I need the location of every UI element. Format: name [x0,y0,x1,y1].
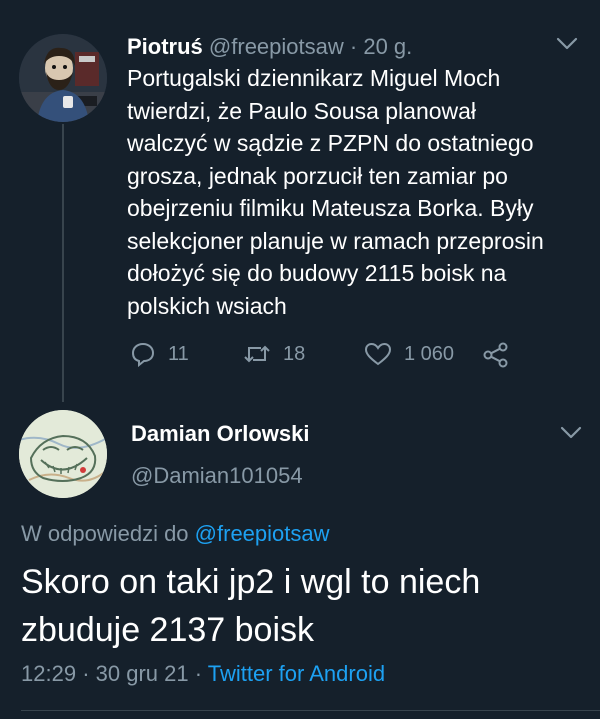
avatar-illustration [19,34,107,122]
tweet-text-line: dołożyć się do budowy 2115 boisk na [127,260,507,286]
like-icon [364,342,392,366]
reply-count: 11 [168,342,189,365]
tweet-text-line: twierdzi, że Paulo Sousa planował [127,97,477,124]
retweet-count: 18 [283,342,306,365]
tweet-text-line: Portugalski dziennikarz Miguel Moch [127,65,501,91]
like-count: 1 060 [404,342,455,365]
tweet-text-line: obejrzeniu filmiku Mateusza Borka. Były [127,195,534,221]
tweet2-text: Skoro on taki jp2 i wgl to niech zbuduje… [21,558,581,654]
avatar-trollface-map [19,410,107,498]
tweet-text-line: Skoro on taki jp2 i wgl to niech [21,563,481,601]
tweet-text-line: polskich wsiach [127,292,287,319]
avatar-damian[interactable] [19,410,107,498]
tweet-source[interactable]: Twitter for Android [208,661,385,686]
header-separator: · [349,34,358,59]
tweet-text-line: zbuduje 2137 boisk [21,611,315,649]
reply-icon [131,342,155,367]
meta-separator: · [194,661,203,686]
meta-separator: · [82,661,90,686]
chevron-down-icon[interactable] [560,426,582,440]
divider [21,710,600,711]
tweet-date[interactable]: 30 gru 21 [96,661,189,686]
tweet-text-line: walczyć w sądzie z PZPN do ostatniego [127,130,534,156]
tweet-time[interactable]: 12:29 [21,661,76,686]
author-name[interactable]: Damian Orlowski [131,420,310,448]
reply-context: W odpowiedzi do @freepiotsaw [21,520,330,548]
chevron-down-icon[interactable] [556,37,578,51]
reply-button[interactable]: 11 [130,341,189,367]
reply-prefix: W odpowiedzi do [21,521,189,546]
reply-to-link[interactable]: @freepiotsaw [195,521,330,546]
share-button[interactable] [482,341,510,369]
like-button[interactable]: 1 060 [364,341,454,367]
avatar-piotrus[interactable] [19,34,107,122]
thread-line [62,124,64,402]
tweet-text-line: selekcjoner planuje w ramach przeprosin [127,227,544,254]
author-handle[interactable]: @Damian101054 [131,462,303,490]
author-handle[interactable]: @freepiotsaw [209,34,344,59]
author-name[interactable]: Piotruś [127,34,203,59]
tweet1-header: Piotruś @freepiotsaw · 20 g. [127,33,412,61]
tweet-text-line: grosza, jednak porzucił ten zamiar po [127,162,508,189]
tweet-time[interactable]: 20 g. [363,34,412,59]
share-icon [483,342,508,368]
retweet-icon [244,345,270,363]
retweet-button[interactable]: 18 [243,341,305,367]
tweet1-text: Portugalski dziennikarz Miguel Moch twie… [127,62,577,322]
tweet2-meta: 12:29 · 30 gru 21 · Twitter for Android [21,660,385,688]
